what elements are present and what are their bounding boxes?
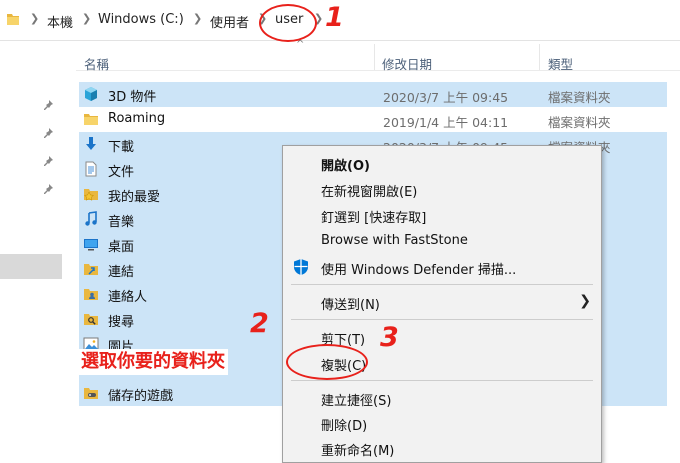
annotation-step-1: 1	[325, 2, 344, 33]
menu-item-pin-quick-access[interactable]: 釘選到 [快速存取]	[283, 202, 601, 228]
breadcrumb-separator-icon: ❯	[82, 12, 92, 25]
menu-item-open[interactable]: 開啟(O)	[283, 150, 601, 176]
file-name: 我的最愛	[108, 190, 161, 205]
annotation-step-2: 2	[250, 308, 269, 339]
file-row[interactable]: 3D 物件 2020/3/7 上午 09:45 檔案資料夾	[79, 82, 667, 107]
column-divider[interactable]	[539, 44, 540, 70]
desktop-icon	[83, 236, 99, 252]
file-name: 文件	[108, 165, 135, 180]
file-name: Roaming	[108, 111, 166, 126]
menu-item-delete[interactable]: 刪除(D)	[283, 410, 601, 436]
file-name: 桌面	[108, 240, 135, 255]
menu-item-label: 重新命名(M)	[321, 444, 395, 459]
menu-item-open-new-window[interactable]: 在新視窗開啟(E)	[283, 176, 601, 202]
file-type: 檔案資料夾	[548, 115, 611, 130]
file-name: 儲存的遊戲	[108, 389, 174, 404]
windows-defender-shield-icon	[292, 258, 310, 276]
contacts-icon	[83, 286, 99, 302]
folder-icon	[6, 11, 20, 31]
menu-item-browse-faststone[interactable]: Browse with FastStone	[283, 228, 601, 254]
context-menu: 開啟(O) 在新視窗開啟(E) 釘選到 [快速存取] Browse with F…	[282, 145, 602, 463]
downloads-icon	[83, 136, 99, 152]
menu-separator	[291, 380, 593, 381]
file-name: 音樂	[108, 215, 135, 230]
file-date: 2020/3/7 上午 09:45	[383, 90, 509, 105]
annotation-step-3: 3	[380, 322, 399, 353]
file-row[interactable]: Roaming 2019/1/4 上午 04:11 檔案資料夾	[79, 107, 667, 132]
file-name: 連絡人	[108, 290, 148, 305]
file-name: 3D 物件	[108, 90, 157, 105]
file-date: 2019/1/4 上午 04:11	[383, 115, 509, 130]
menu-item-label: 使用 Windows Defender 掃描...	[321, 263, 517, 278]
pin-icon	[42, 99, 54, 111]
menu-item-label: 刪除(D)	[321, 419, 368, 434]
pin-icon	[42, 155, 54, 167]
links-icon	[83, 261, 99, 277]
menu-item-label: 開啟(O)	[321, 159, 370, 174]
column-divider[interactable]	[374, 44, 375, 70]
menu-item-label: 釘選到 [快速存取]	[321, 211, 427, 226]
breadcrumb-users[interactable]: 使用者	[210, 12, 249, 31]
favorites-icon	[83, 186, 99, 202]
3d-objects-icon	[83, 86, 99, 102]
menu-item-rename[interactable]: 重新命名(M)	[283, 435, 601, 461]
menu-item-label: 傳送到(N)	[321, 298, 380, 313]
submenu-arrow-icon: ❯	[579, 293, 591, 309]
breadcrumb-separator-icon: ❯	[30, 12, 40, 25]
menu-item-send-to[interactable]: 傳送到(N) ❯	[283, 289, 601, 315]
file-name: 搜尋	[108, 315, 135, 330]
breadcrumb-this-pc[interactable]: 本機	[47, 12, 73, 31]
menu-item-create-shortcut[interactable]: 建立捷徑(S)	[283, 385, 601, 411]
column-header: ^ 名稱 修改日期 類型	[76, 39, 680, 73]
menu-separator	[291, 319, 593, 320]
menu-item-label: 在新視窗開啟(E)	[321, 185, 418, 200]
column-name-header[interactable]: 名稱	[84, 54, 109, 73]
navigation-pane	[0, 41, 76, 463]
searches-icon	[83, 311, 99, 327]
menu-item-label: Browse with FastStone	[321, 233, 468, 248]
saved-games-icon	[83, 385, 99, 401]
nav-selected-item[interactable]	[0, 254, 62, 279]
annotation-circle-user	[259, 4, 317, 42]
menu-separator	[291, 284, 593, 285]
folder-icon	[83, 111, 99, 127]
column-date-header[interactable]: 修改日期	[382, 54, 432, 73]
file-name: 下載	[108, 140, 135, 155]
music-icon	[83, 211, 99, 227]
column-type-header[interactable]: 類型	[548, 54, 573, 73]
documents-icon	[83, 161, 99, 177]
file-type: 檔案資料夾	[548, 90, 611, 105]
annotation-instruction: 選取你要的資料夾	[79, 349, 228, 375]
breadcrumb-windows-c[interactable]: Windows (C:)	[98, 12, 184, 27]
pin-icon	[42, 127, 54, 139]
pin-icon	[42, 183, 54, 195]
file-name: 連結	[108, 265, 135, 280]
menu-item-defender-scan[interactable]: 使用 Windows Defender 掃描...	[283, 254, 601, 280]
breadcrumb-separator-icon: ❯	[193, 12, 203, 25]
annotation-circle-copy	[286, 344, 368, 380]
menu-item-label: 建立捷徑(S)	[321, 394, 392, 409]
